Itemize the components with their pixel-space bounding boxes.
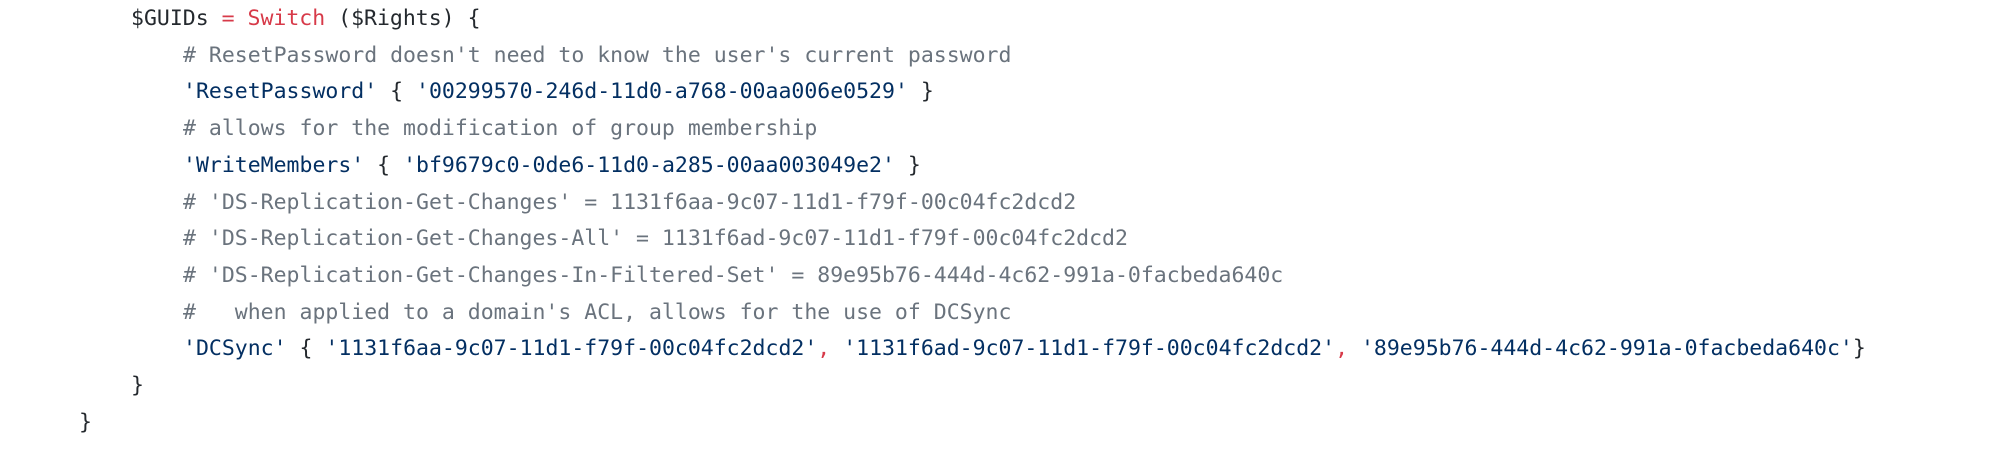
code-line-comment: # ResetPassword doesn't need to know the… bbox=[0, 37, 1011, 74]
comment-token: # 'DS-Replication-Get-Changes-All' = 113… bbox=[183, 226, 1128, 251]
close-brace: } bbox=[907, 79, 934, 104]
case-key-string: 'WriteMembers' bbox=[183, 153, 365, 178]
case-key-string: 'ResetPassword' bbox=[183, 79, 378, 104]
comment-token: # 'DS-Replication-Get-Changes' = 1131f6a… bbox=[183, 190, 1077, 215]
guid-string: 'bf9679c0-0de6-11d0-a285-00aa003049e2' bbox=[403, 153, 895, 178]
comma-separator: , bbox=[817, 336, 844, 361]
code-line-write-members: 'WriteMembers' { 'bf9679c0-0de6-11d0-a28… bbox=[0, 147, 921, 184]
comment-token: # allows for the modification of group m… bbox=[183, 116, 818, 141]
close-brace: } bbox=[1852, 336, 1866, 361]
comma-separator: , bbox=[1335, 336, 1361, 361]
guid-string: '1131f6ad-9c07-11d1-f79f-00c04fc2dcd2' bbox=[843, 336, 1336, 361]
code-block: $GUIDs = Switch ($Rights) { # ResetPassw… bbox=[0, 0, 2000, 458]
switch-keyword: Switch bbox=[247, 6, 326, 31]
code-line-close-block: } bbox=[0, 404, 92, 441]
code-line-comment: # when applied to a domain's ACL, allows… bbox=[0, 294, 1011, 331]
close-brace: } bbox=[131, 373, 144, 398]
switch-argument: ($Rights) { bbox=[325, 6, 481, 31]
code-line-comment: # allows for the modification of group m… bbox=[0, 110, 817, 147]
variable-token: $GUIDs bbox=[131, 6, 209, 31]
code-line-guids-switch: $GUIDs = Switch ($Rights) { bbox=[0, 0, 481, 37]
code-line-comment: # 'DS-Replication-Get-Changes' = 1131f6a… bbox=[0, 184, 1076, 221]
code-line-comment: # 'DS-Replication-Get-Changes-All' = 113… bbox=[0, 220, 1128, 257]
code-line-dcsync: 'DCSync' { '1131f6aa-9c07-11d1-f79f-00c0… bbox=[0, 330, 1866, 367]
comment-token: # when applied to a domain's ACL, allows… bbox=[183, 300, 1012, 325]
open-brace: { bbox=[364, 153, 404, 178]
guid-string: '89e95b76-444d-4c62-991a-0facbeda640c' bbox=[1360, 336, 1853, 361]
close-brace: } bbox=[79, 410, 92, 435]
code-line-comment: # 'DS-Replication-Get-Changes-In-Filtere… bbox=[0, 257, 1283, 294]
close-brace: } bbox=[894, 153, 921, 178]
comment-token: # 'DS-Replication-Get-Changes-In-Filtere… bbox=[183, 263, 1284, 288]
code-line-reset-password: 'ResetPassword' { '00299570-246d-11d0-a7… bbox=[0, 73, 934, 110]
open-brace: { bbox=[377, 79, 417, 104]
case-key-string: 'DCSync' bbox=[183, 336, 287, 361]
code-line-close-switch: } bbox=[0, 367, 144, 404]
guid-string: '1131f6aa-9c07-11d1-f79f-00c04fc2dcd2' bbox=[325, 336, 818, 361]
assignment-operator: = bbox=[208, 6, 248, 31]
comment-token: # ResetPassword doesn't need to know the… bbox=[183, 43, 1012, 68]
guid-string: '00299570-246d-11d0-a768-00aa006e0529' bbox=[416, 79, 908, 104]
open-brace: { bbox=[286, 336, 326, 361]
